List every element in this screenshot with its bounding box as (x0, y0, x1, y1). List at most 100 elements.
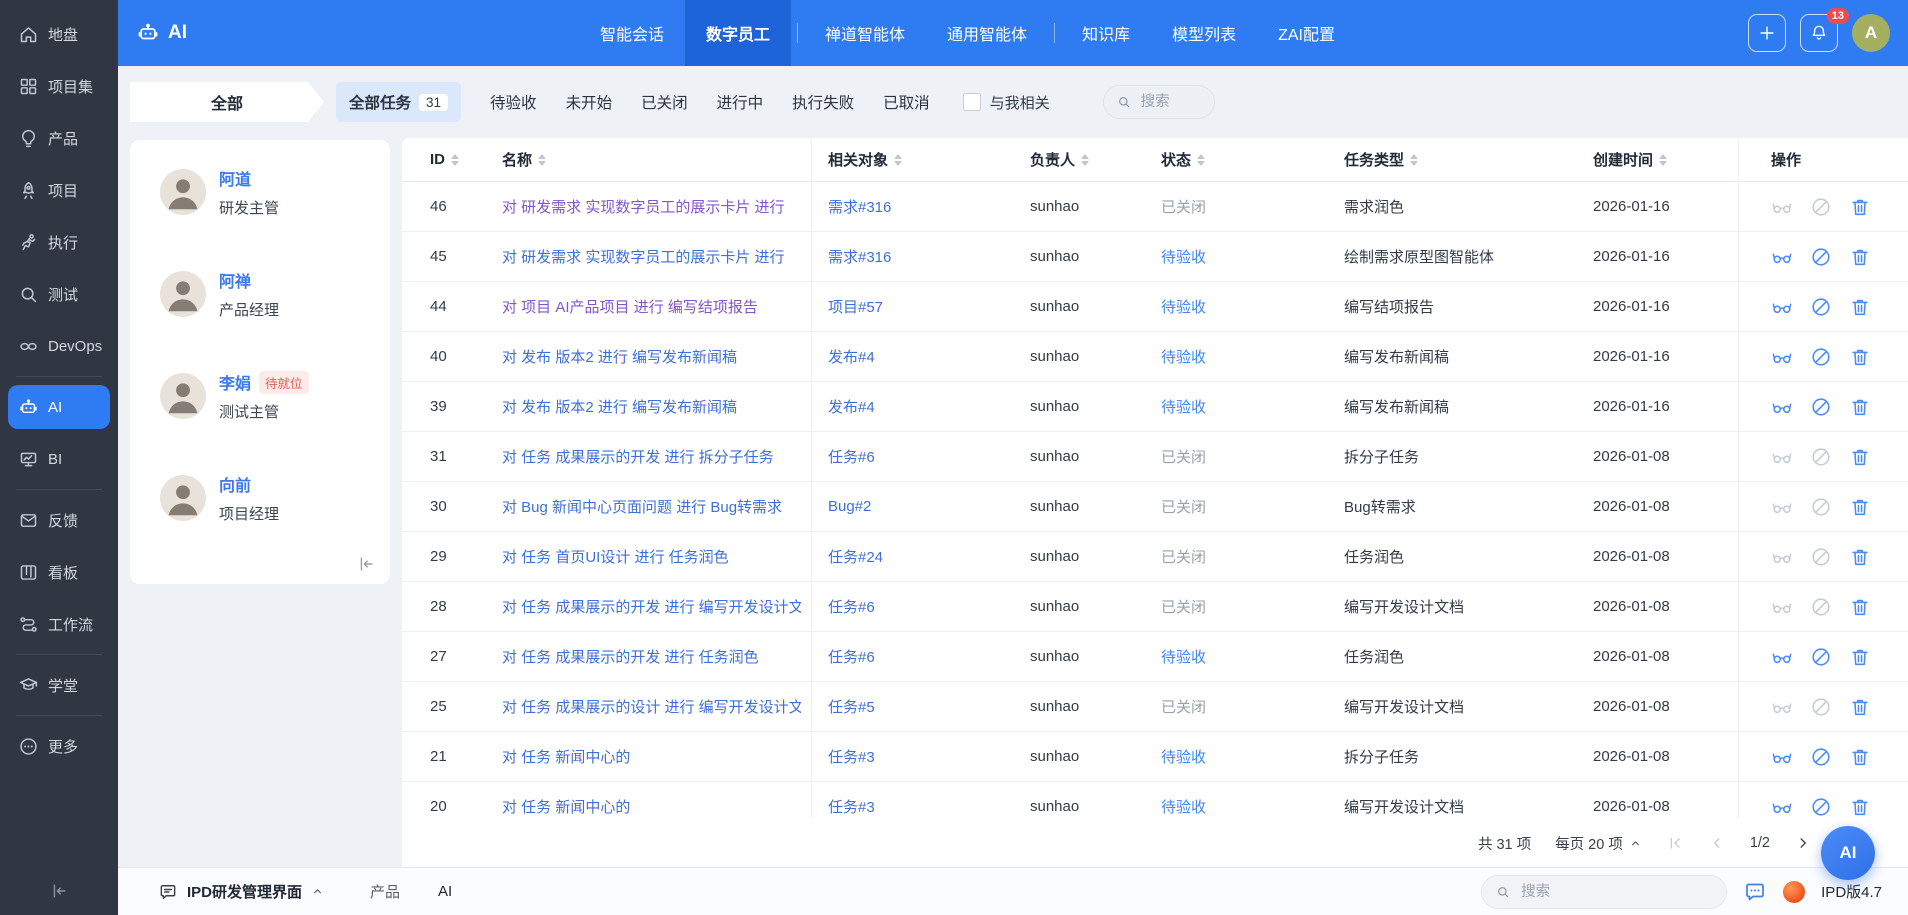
cancel-action-icon[interactable] (1810, 646, 1832, 668)
sidebar-item-feedback[interactable]: 反馈 (8, 498, 110, 542)
delete-action-icon[interactable] (1849, 596, 1871, 618)
task-name-link[interactable]: 对 任务 新闻中心的 (502, 746, 630, 767)
sort-icon[interactable] (1410, 154, 1418, 166)
cancel-action-icon[interactable] (1810, 596, 1832, 618)
column-header-object[interactable]: 相关对象 (812, 138, 1030, 182)
cancel-action-icon[interactable] (1810, 246, 1832, 268)
object-link[interactable]: 任务#6 (828, 646, 875, 667)
next-page-button[interactable] (1794, 834, 1812, 852)
column-header-type[interactable]: 任务类型 (1344, 138, 1593, 182)
delete-action-icon[interactable] (1849, 796, 1871, 818)
global-search[interactable] (1481, 875, 1727, 909)
task-search[interactable] (1103, 85, 1215, 119)
sort-icon[interactable] (1081, 154, 1089, 166)
object-link[interactable]: 需求#316 (828, 196, 891, 217)
review-action-icon[interactable] (1771, 496, 1793, 518)
column-header-owner[interactable]: 负责人 (1030, 138, 1161, 182)
related-to-me-toggle[interactable]: 与我相关 (963, 92, 1050, 113)
cancel-action-icon[interactable] (1810, 196, 1832, 218)
nav-item-general-agent[interactable]: 通用智能体 (926, 0, 1048, 66)
task-name-link[interactable]: 对 任务 成果展示的设计 进行 编写开发设计文档 (502, 696, 801, 717)
review-action-icon[interactable] (1771, 546, 1793, 568)
nav-item-models[interactable]: 模型列表 (1151, 0, 1257, 66)
panel-collapse-icon[interactable] (356, 554, 376, 574)
prev-page-button[interactable] (1708, 834, 1726, 852)
review-action-icon[interactable] (1771, 646, 1793, 668)
workspace-switcher[interactable]: IPD研发管理界面 (158, 881, 324, 902)
cancel-action-icon[interactable] (1810, 546, 1832, 568)
review-action-icon[interactable] (1771, 396, 1793, 418)
nav-item-chat[interactable]: 智能会话 (579, 0, 685, 66)
footer-crumb-ai[interactable]: AI (438, 883, 452, 900)
filter-tab-pending[interactable]: 待验收 (490, 82, 537, 122)
delete-action-icon[interactable] (1849, 496, 1871, 518)
object-link[interactable]: 发布#4 (828, 346, 875, 367)
object-link[interactable]: 任务#3 (828, 796, 875, 817)
sidebar-item-more[interactable]: 更多 (8, 724, 110, 768)
review-action-icon[interactable] (1771, 196, 1793, 218)
add-button[interactable] (1748, 14, 1786, 52)
column-header-name[interactable]: 名称 (502, 138, 812, 182)
cancel-action-icon[interactable] (1810, 746, 1832, 768)
column-header-status[interactable]: 状态 (1161, 138, 1344, 182)
task-name-link[interactable]: 对 发布 版本2 进行 编写发布新闻稿 (502, 346, 737, 367)
delete-action-icon[interactable] (1849, 296, 1871, 318)
cancel-action-icon[interactable] (1810, 296, 1832, 318)
task-name-link[interactable]: 对 任务 成果展示的开发 进行 任务润色 (502, 646, 759, 667)
review-action-icon[interactable] (1771, 596, 1793, 618)
user-avatar[interactable]: A (1852, 14, 1890, 52)
first-page-button[interactable] (1666, 834, 1684, 852)
object-link[interactable]: 任务#24 (828, 546, 883, 567)
review-action-icon[interactable] (1771, 246, 1793, 268)
task-name-link[interactable]: 对 发布 版本2 进行 编写发布新闻稿 (502, 396, 737, 417)
sidebar-item-projectset[interactable]: 项目集 (8, 64, 110, 108)
sort-icon[interactable] (1197, 154, 1205, 166)
delete-action-icon[interactable] (1849, 696, 1871, 718)
review-action-icon[interactable] (1771, 446, 1793, 468)
cancel-action-icon[interactable] (1810, 496, 1832, 518)
staff-name-link[interactable]: 李娟 (219, 370, 251, 394)
staff-item[interactable]: 向前项目经理 (160, 472, 390, 524)
task-name-link[interactable]: 对 任务 新闻中心的 (502, 796, 630, 817)
filter-tab-failed[interactable]: 执行失败 (792, 82, 854, 122)
review-action-icon[interactable] (1771, 346, 1793, 368)
sort-icon[interactable] (1659, 154, 1667, 166)
global-search-input[interactable] (1519, 883, 1693, 901)
nav-item-zentao-agent[interactable]: 禅道智能体 (804, 0, 926, 66)
task-name-link[interactable]: 对 研发需求 实现数字员工的展示卡片 进行 (502, 246, 785, 267)
staff-name-link[interactable]: 阿禅 (219, 268, 251, 292)
object-link[interactable]: 任务#6 (828, 446, 875, 467)
scope-breadcrumb[interactable]: 全部 (130, 82, 324, 122)
filter-tab-doing[interactable]: 进行中 (717, 82, 764, 122)
delete-action-icon[interactable] (1849, 246, 1871, 268)
object-link[interactable]: 发布#4 (828, 396, 875, 417)
object-link[interactable]: 需求#316 (828, 246, 891, 267)
task-name-link[interactable]: 对 研发需求 实现数字员工的展示卡片 进行 (502, 196, 785, 217)
column-header-created[interactable]: 创建时间 (1593, 138, 1738, 182)
notifications-button[interactable]: 13 (1800, 14, 1838, 52)
staff-name-link[interactable]: 向前 (219, 472, 251, 496)
nav-item-digital-staff[interactable]: 数字员工 (685, 0, 791, 66)
footer-crumb-product[interactable]: 产品 (370, 881, 400, 902)
related-checkbox[interactable] (963, 93, 981, 111)
task-name-link[interactable]: 对 任务 首页UI设计 进行 任务润色 (502, 546, 729, 567)
ai-assistant-fab[interactable]: AI (1821, 826, 1875, 880)
review-action-icon[interactable] (1771, 796, 1793, 818)
sidebar-item-kanban[interactable]: 看板 (8, 550, 110, 594)
sidebar-item-home[interactable]: 地盘 (8, 12, 110, 56)
sidebar-item-bi[interactable]: BI (8, 437, 110, 481)
object-link[interactable]: 任务#5 (828, 696, 875, 717)
review-action-icon[interactable] (1771, 296, 1793, 318)
sidebar-item-project[interactable]: 项目 (8, 168, 110, 212)
sidebar-collapse-button[interactable] (0, 867, 118, 915)
sidebar-item-devops[interactable]: DevOps (8, 324, 110, 368)
filter-tab-all[interactable]: 全部任务31 (336, 82, 461, 122)
app-logo[interactable]: AI (136, 21, 187, 45)
task-name-link[interactable]: 对 任务 成果展示的开发 进行 拆分子任务 (502, 446, 774, 467)
sidebar-item-school[interactable]: 学堂 (8, 663, 110, 707)
task-search-input[interactable] (1139, 93, 1203, 111)
task-name-link[interactable]: 对 Bug 新闻中心页面问题 进行 Bug转需求 (502, 496, 782, 517)
delete-action-icon[interactable] (1849, 196, 1871, 218)
cancel-action-icon[interactable] (1810, 446, 1832, 468)
cancel-action-icon[interactable] (1810, 796, 1832, 818)
